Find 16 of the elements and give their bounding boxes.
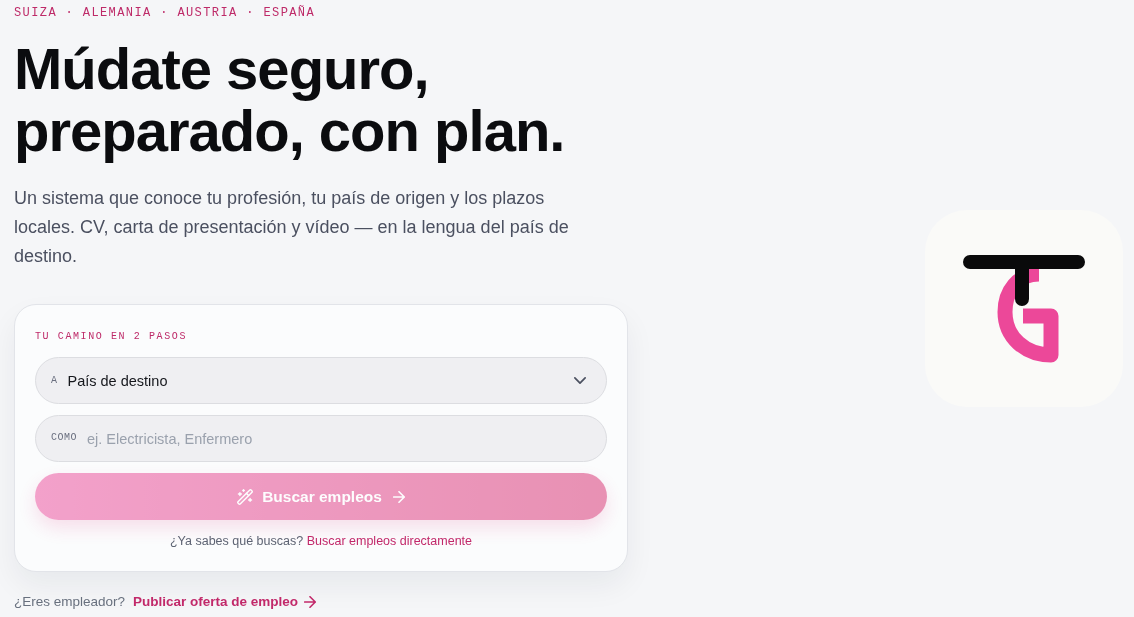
post-job-link[interactable]: Publicar oferta de empleo (133, 594, 317, 610)
employer-question: ¿Eres empleador? (14, 594, 126, 610)
arrow-right-icon (392, 490, 405, 503)
headline: Múdate seguro, preparado, con plan. (14, 38, 565, 162)
hint-text: ¿Ya sabes qué buscas? (170, 534, 304, 548)
arrow-right-icon (304, 596, 317, 608)
chevron-down-icon (574, 377, 586, 384)
country-list-text: SUIZA · ALEMANIA · AUSTRIA · ESPAÑA (14, 5, 316, 21)
direct-search-link[interactable]: Buscar empleos directamente (306, 534, 472, 548)
step-label: TU CAMINO EN 2 PASOS (35, 330, 188, 344)
field-prefix-label: A (51, 374, 58, 387)
country-select[interactable]: A País de destino (35, 357, 607, 404)
magic-wand-icon (237, 488, 254, 505)
field-prefix-label: COMO (51, 432, 77, 444)
logo-icon (925, 210, 1123, 407)
intro-paragraph: Un sistema que conoce tu profesión, tu país de origen y los plazos locales. CV, carta de presentación y vídeo — en la lengua del país de destino. (14, 187, 570, 268)
